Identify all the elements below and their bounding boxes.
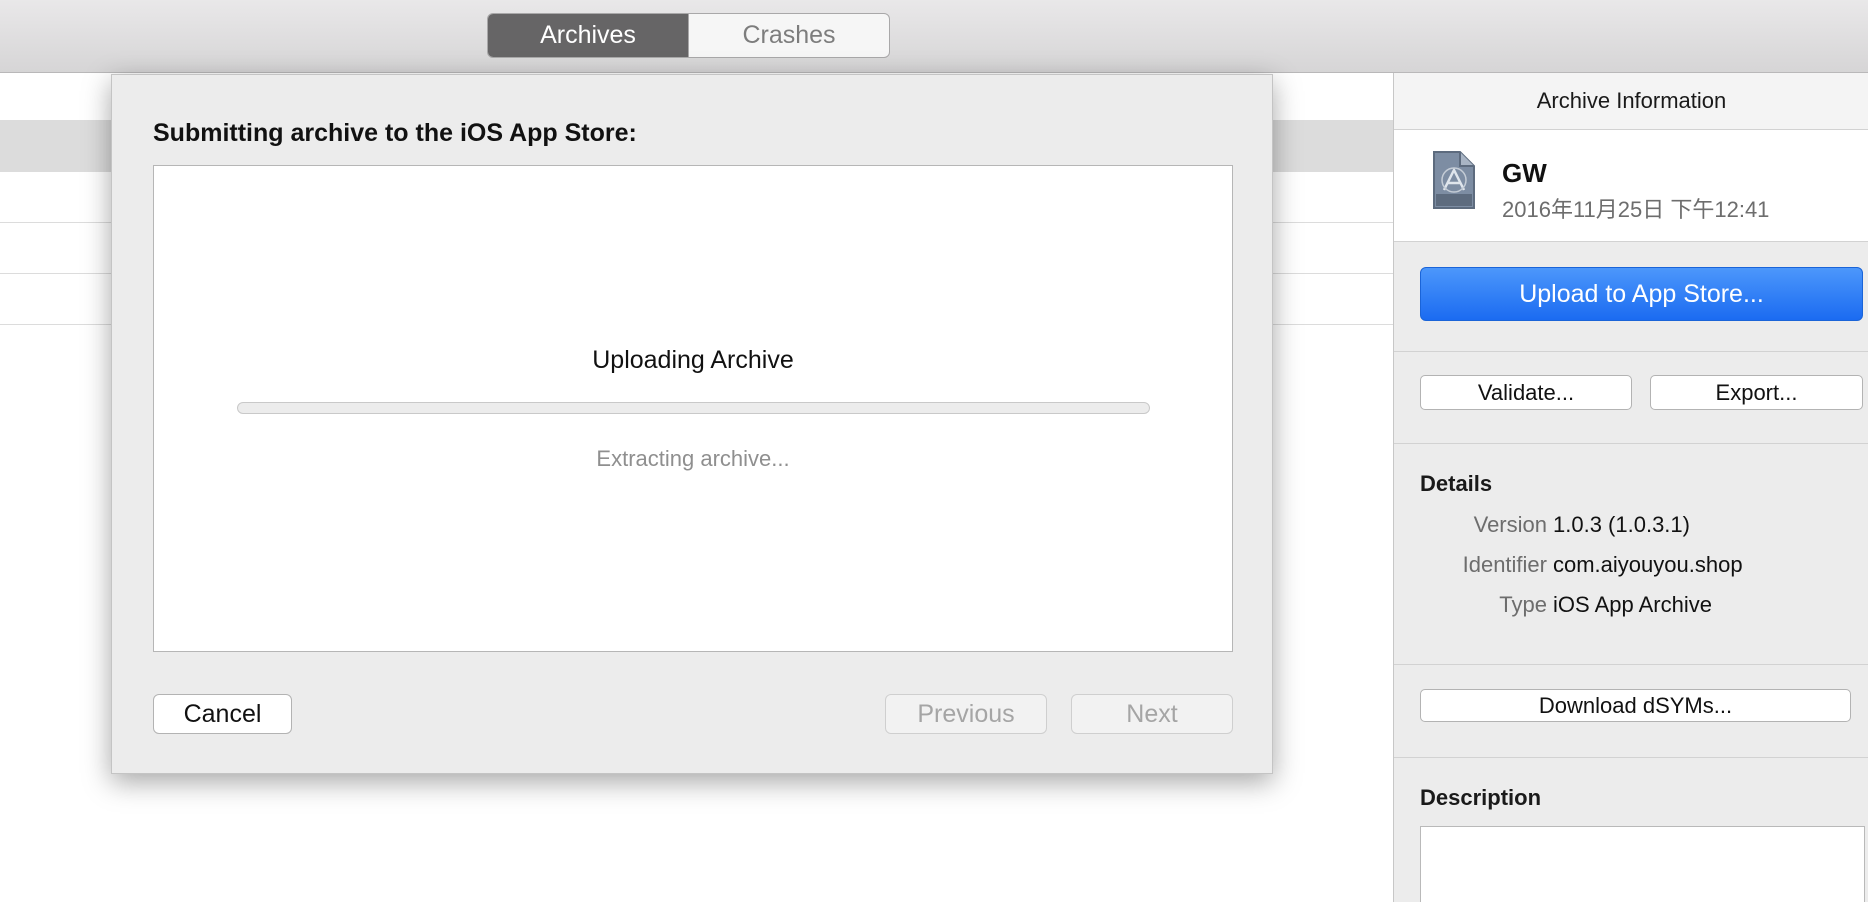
next-button[interactable]: Next: [1071, 694, 1233, 734]
detail-row-type: Type iOS App Archive: [1394, 592, 1868, 622]
submit-archive-sheet: Submitting archive to the iOS App Store:…: [111, 74, 1273, 774]
upload-section: Upload to App Store...: [1394, 242, 1868, 352]
previous-button[interactable]: Previous: [885, 694, 1047, 734]
description-title: Description: [1420, 785, 1542, 810]
detail-row-version: Version 1.0.3 (1.0.3.1): [1394, 512, 1868, 542]
archive-date: 2016年11月25日 下午12:41: [1502, 197, 1770, 222]
archive-actions: Validate... Export...: [1394, 352, 1868, 444]
app-archive-icon: [1433, 151, 1475, 209]
export-button[interactable]: Export...: [1650, 375, 1863, 410]
tab-crashes[interactable]: Crashes: [688, 14, 889, 57]
inspector-header: Archive Information: [1394, 73, 1868, 130]
details-title: Details: [1420, 471, 1493, 496]
description-section: Description: [1394, 758, 1868, 902]
upload-progress-bar: [237, 402, 1150, 414]
detail-value: 1.0.3 (1.0.3.1): [1553, 512, 1690, 537]
archive-summary: GW 2016年11月25日 下午12:41: [1394, 130, 1868, 242]
upload-title: Uploading Archive: [592, 346, 794, 374]
download-dsyms-button[interactable]: Download dSYMs...: [1420, 689, 1851, 722]
upload-status: Extracting archive...: [596, 446, 790, 471]
cancel-button[interactable]: Cancel: [153, 694, 292, 734]
detail-value: iOS App Archive: [1553, 592, 1712, 617]
sheet-title: Submitting archive to the iOS App Store:: [153, 119, 637, 147]
detail-row-identifier: Identifier com.aiyouyou.shop: [1394, 552, 1868, 582]
detail-label: Version: [1473, 512, 1547, 537]
upload-progress-panel: Uploading Archive Extracting archive...: [153, 165, 1233, 652]
detail-label: Identifier: [1462, 552, 1547, 577]
description-field[interactable]: [1420, 826, 1865, 902]
dsym-section: Download dSYMs...: [1394, 665, 1868, 758]
app-name: GW: [1502, 158, 1547, 188]
tab-archives[interactable]: Archives: [488, 14, 688, 57]
detail-value: com.aiyouyou.shop: [1553, 552, 1743, 577]
xcode-organizer-window: Archives Crashes Archive Information GW …: [0, 0, 1868, 902]
upload-to-app-store-button[interactable]: Upload to App Store...: [1420, 267, 1863, 321]
segmented-control: Archives Crashes: [487, 13, 890, 58]
validate-button[interactable]: Validate...: [1420, 375, 1632, 410]
archive-inspector: Archive Information GW 2016年11月25日 下午12:…: [1393, 73, 1868, 902]
toolbar: Archives Crashes: [0, 0, 1868, 73]
detail-label: Type: [1499, 592, 1547, 617]
details-section: Details Version 1.0.3 (1.0.3.1) Identifi…: [1394, 444, 1868, 665]
